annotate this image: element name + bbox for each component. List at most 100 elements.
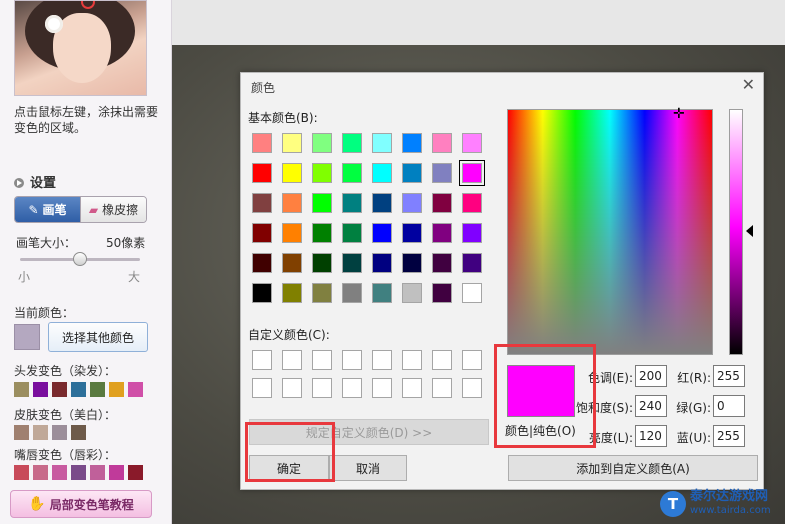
basic-color-cell[interactable] xyxy=(462,133,482,153)
basic-color-cell[interactable] xyxy=(342,133,362,153)
basic-color-cell[interactable] xyxy=(402,163,422,183)
custom-color-cell[interactable] xyxy=(402,350,422,370)
custom-color-cell[interactable] xyxy=(312,378,332,398)
color-swatch[interactable] xyxy=(33,382,48,397)
basic-color-cell[interactable] xyxy=(462,223,482,243)
custom-color-cell[interactable] xyxy=(282,350,302,370)
basic-color-cell[interactable] xyxy=(252,283,272,303)
color-swatch[interactable] xyxy=(14,382,29,397)
basic-color-cell[interactable] xyxy=(282,283,302,303)
custom-color-cell[interactable] xyxy=(342,350,362,370)
blue-field[interactable]: 255 xyxy=(713,425,745,447)
basic-color-cell[interactable] xyxy=(342,193,362,213)
basic-color-cell[interactable] xyxy=(432,253,452,273)
custom-color-cell[interactable] xyxy=(432,350,452,370)
color-swatch[interactable] xyxy=(90,465,105,480)
basic-color-cell[interactable] xyxy=(312,163,332,183)
basic-color-cell[interactable] xyxy=(312,193,332,213)
custom-color-cell[interactable] xyxy=(372,350,392,370)
color-swatch[interactable] xyxy=(14,465,29,480)
saturation-field[interactable]: 240 xyxy=(635,395,667,417)
basic-color-cell[interactable] xyxy=(462,253,482,273)
choose-other-color-button[interactable]: 选择其他颜色 xyxy=(48,322,148,352)
brush-button[interactable]: ✎ 画笔 xyxy=(15,197,80,222)
basic-color-cell[interactable] xyxy=(342,163,362,183)
basic-color-cell[interactable] xyxy=(402,193,422,213)
color-swatch[interactable] xyxy=(71,382,86,397)
color-swatch[interactable] xyxy=(128,465,143,480)
cancel-button[interactable]: 取消 xyxy=(329,455,407,481)
basic-color-cell[interactable] xyxy=(252,193,272,213)
custom-color-cell[interactable] xyxy=(252,350,272,370)
basic-color-cell[interactable] xyxy=(312,253,332,273)
basic-color-cell[interactable] xyxy=(372,163,392,183)
custom-color-cell[interactable] xyxy=(462,378,482,398)
basic-color-cell[interactable] xyxy=(342,253,362,273)
color-swatch[interactable] xyxy=(109,465,124,480)
color-swatch[interactable] xyxy=(90,382,105,397)
color-swatch[interactable] xyxy=(33,465,48,480)
color-swatch[interactable] xyxy=(71,465,86,480)
green-field[interactable]: 0 xyxy=(713,395,745,417)
basic-color-cell[interactable] xyxy=(459,160,485,186)
crosshair-icon[interactable]: ✛ xyxy=(673,106,685,122)
basic-color-cell[interactable] xyxy=(282,133,302,153)
basic-color-cell[interactable] xyxy=(252,163,272,183)
custom-color-cell[interactable] xyxy=(462,350,482,370)
basic-color-cell[interactable] xyxy=(372,283,392,303)
basic-color-cell[interactable] xyxy=(312,283,332,303)
preview-photo[interactable] xyxy=(14,0,147,96)
tutorial-button[interactable]: ✋ 局部变色笔教程 xyxy=(10,490,152,518)
luminance-arrow-icon[interactable] xyxy=(746,225,753,237)
basic-color-cell[interactable] xyxy=(432,193,452,213)
custom-color-cell[interactable] xyxy=(342,378,362,398)
color-swatch[interactable] xyxy=(33,425,48,440)
color-swatch[interactable] xyxy=(52,465,67,480)
basic-color-cell[interactable] xyxy=(432,133,452,153)
basic-color-cell[interactable] xyxy=(282,163,302,183)
color-spectrum[interactable] xyxy=(507,109,713,355)
color-swatch[interactable] xyxy=(52,425,67,440)
basic-color-cell[interactable] xyxy=(402,283,422,303)
add-custom-color-button[interactable]: 添加到自定义颜色(A) xyxy=(508,455,758,481)
eraser-button[interactable]: ▰ 橡皮擦 xyxy=(80,197,146,222)
custom-color-cell[interactable] xyxy=(432,378,452,398)
custom-color-cell[interactable] xyxy=(402,378,422,398)
basic-color-cell[interactable] xyxy=(402,253,422,273)
color-swatch[interactable] xyxy=(109,382,124,397)
basic-color-cell[interactable] xyxy=(282,193,302,213)
basic-color-cell[interactable] xyxy=(432,163,452,183)
basic-color-cell[interactable] xyxy=(252,223,272,243)
hue-field[interactable]: 200 xyxy=(635,365,667,387)
basic-color-cell[interactable] xyxy=(252,253,272,273)
custom-color-cell[interactable] xyxy=(372,378,392,398)
basic-color-cell[interactable] xyxy=(372,193,392,213)
custom-color-cell[interactable] xyxy=(282,378,302,398)
basic-color-cell[interactable] xyxy=(432,283,452,303)
basic-color-cell[interactable] xyxy=(342,283,362,303)
color-swatch[interactable] xyxy=(128,382,143,397)
basic-color-cell[interactable] xyxy=(462,283,482,303)
basic-color-cell[interactable] xyxy=(342,223,362,243)
basic-color-cell[interactable] xyxy=(282,223,302,243)
color-swatch[interactable] xyxy=(52,382,67,397)
red-field[interactable]: 255 xyxy=(713,365,745,387)
basic-color-cell[interactable] xyxy=(402,133,422,153)
close-icon[interactable]: ✕ xyxy=(742,75,755,94)
basic-color-cell[interactable] xyxy=(312,133,332,153)
custom-color-cell[interactable] xyxy=(252,378,272,398)
basic-color-cell[interactable] xyxy=(252,133,272,153)
custom-color-cell[interactable] xyxy=(312,350,332,370)
luminance-field[interactable]: 120 xyxy=(635,425,667,447)
basic-color-cell[interactable] xyxy=(432,223,452,243)
basic-color-cell[interactable] xyxy=(282,253,302,273)
basic-color-cell[interactable] xyxy=(312,223,332,243)
color-swatch[interactable] xyxy=(71,425,86,440)
basic-color-cell[interactable] xyxy=(372,253,392,273)
luminance-bar[interactable] xyxy=(729,109,743,355)
basic-color-cell[interactable] xyxy=(402,223,422,243)
basic-color-cell[interactable] xyxy=(462,193,482,213)
color-swatch[interactable] xyxy=(14,425,29,440)
slider-thumb[interactable] xyxy=(73,252,87,266)
basic-color-cell[interactable] xyxy=(372,223,392,243)
